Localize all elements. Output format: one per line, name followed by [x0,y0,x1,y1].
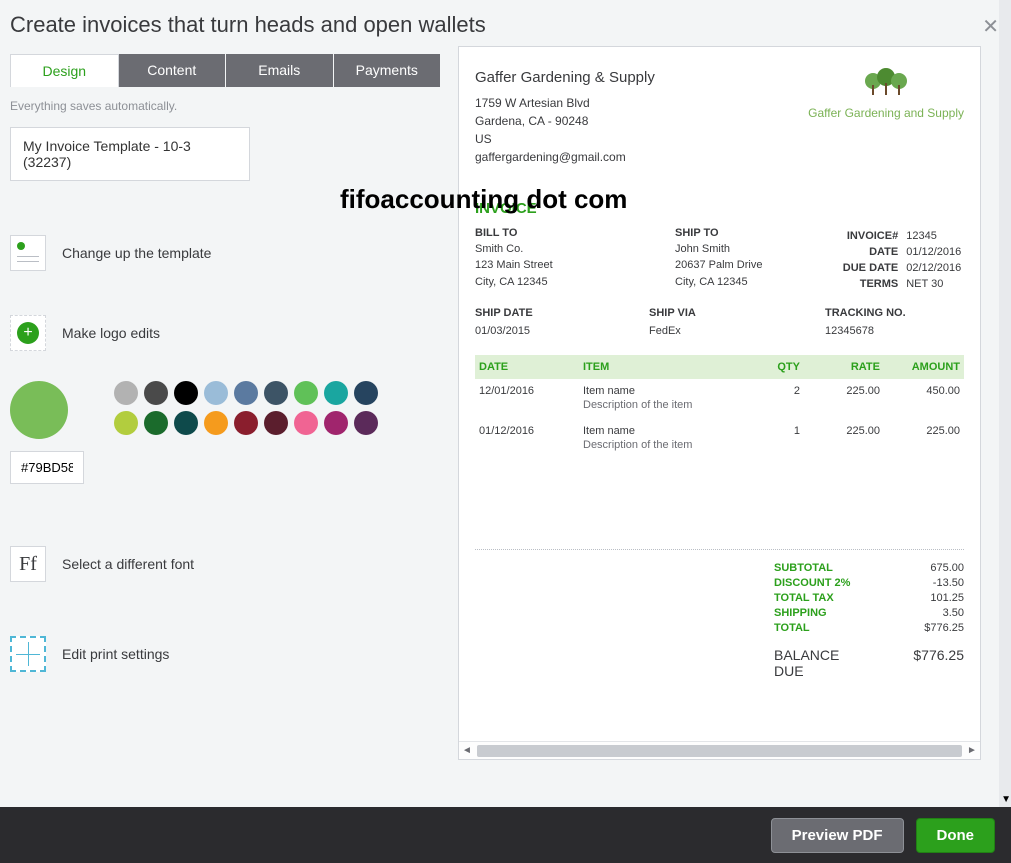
company-email: gaffergardening@gmail.com [475,148,655,166]
preview-pdf-button[interactable]: Preview PDF [771,818,904,853]
close-icon[interactable]: ✕ [982,14,999,39]
tracking-label: TRACKING NO. [825,307,964,319]
color-swatch-1[interactable] [144,381,168,405]
shipdate-value: 01/03/2015 [475,325,649,337]
color-swatch-6[interactable] [294,381,318,405]
line-item-desc: Description of the item [475,439,964,459]
done-button[interactable]: Done [916,818,996,853]
company-country: US [475,130,655,148]
company-block: Gaffer Gardening & Supply 1759 W Artesia… [475,67,655,166]
color-hex-input[interactable] [10,451,84,484]
change-template-button[interactable]: Change up the template [62,245,211,261]
color-swatch-5[interactable] [264,381,288,405]
template-icon[interactable] [10,235,46,271]
invoice-preview: Gaffer Gardening & Supply 1759 W Artesia… [458,46,981,760]
company-addr2: Gardena, CA - 90248 [475,112,655,130]
page-title: Create invoices that turn heads and open… [10,12,1001,38]
logo-edits-label[interactable]: Make logo edits [62,325,160,341]
template-select[interactable]: My Invoice Template - 10-3 (32237) [10,127,250,181]
scroll-left-icon[interactable]: ◄ [459,745,475,756]
print-settings-button[interactable]: Edit print settings [62,646,169,662]
logo-text: Gaffer Gardening and Supply [808,106,964,120]
tabs: Design Content Emails Payments [10,54,440,87]
plus-icon: + [17,322,39,344]
shipto-label: SHIP TO [675,227,830,239]
color-swatch-14[interactable] [264,411,288,435]
autosave-note: Everything saves automatically. [10,99,440,113]
company-logo: Gaffer Gardening and Supply [808,67,964,166]
line-item-row: 01/12/2016Item name1225.00225.00 [475,419,964,439]
tab-emails[interactable]: Emails [226,54,334,87]
font-icon[interactable]: Ff [10,546,46,582]
color-swatch-16[interactable] [324,411,348,435]
color-swatch-12[interactable] [204,411,228,435]
billto-city: City, CA 12345 [475,274,665,291]
tab-content[interactable]: Content [119,54,227,87]
billto-label: BILL TO [475,227,665,239]
shipto-city: City, CA 12345 [675,274,830,291]
scroll-down-icon[interactable]: ▼ [1001,794,1011,805]
color-swatch-8[interactable] [354,381,378,405]
select-font-button[interactable]: Select a different font [62,556,194,572]
color-swatch-13[interactable] [234,411,258,435]
line-item-row: 12/01/2016Item name2225.00450.00 [475,379,964,399]
scroll-track[interactable] [477,745,962,757]
color-swatch-grid [114,381,378,435]
color-swatch-10[interactable] [144,411,168,435]
line-items-header: DATE ITEM QTY RATE AMOUNT [475,355,964,379]
color-swatch-2[interactable] [174,381,198,405]
tracking-value: 12345678 [825,325,964,337]
tab-payments[interactable]: Payments [334,54,441,87]
shipdate-label: SHIP DATE [475,307,649,319]
billto-street: 123 Main Street [475,257,665,274]
color-swatch-7[interactable] [324,381,348,405]
scroll-right-icon[interactable]: ► [964,745,980,756]
shipto-street: 20637 Palm Drive [675,257,830,274]
print-settings-icon[interactable] [10,636,46,672]
color-swatch-4[interactable] [234,381,258,405]
invoice-title: INVOICE [475,200,964,217]
color-swatch-3[interactable] [204,381,228,405]
tree-logo-icon [861,67,911,101]
preview-scrollbar[interactable]: ◄ ► [459,741,980,759]
shipvia-label: SHIP VIA [649,307,825,319]
company-name: Gaffer Gardening & Supply [475,67,655,90]
footer-bar: Preview PDF Done [0,807,1011,863]
add-logo-button[interactable]: + [10,315,46,351]
page-scrollbar[interactable] [999,0,1011,807]
color-swatch-9[interactable] [114,411,138,435]
billto-name: Smith Co. [475,241,665,258]
color-swatch-0[interactable] [114,381,138,405]
line-item-desc: Description of the item [475,399,964,419]
shipvia-value: FedEx [649,325,825,337]
company-addr1: 1759 W Artesian Blvd [475,94,655,112]
selected-color-swatch[interactable] [10,381,68,439]
color-swatch-15[interactable] [294,411,318,435]
color-swatch-17[interactable] [354,411,378,435]
color-swatch-11[interactable] [174,411,198,435]
invoice-meta: INVOICE#12345 DATE01/12/2016 DUE DATE02/… [840,227,964,293]
shipto-name: John Smith [675,241,830,258]
tab-design[interactable]: Design [10,54,119,87]
totals-block: SUBTOTAL675.00 DISCOUNT 2%-13.50 TOTAL T… [475,562,964,679]
